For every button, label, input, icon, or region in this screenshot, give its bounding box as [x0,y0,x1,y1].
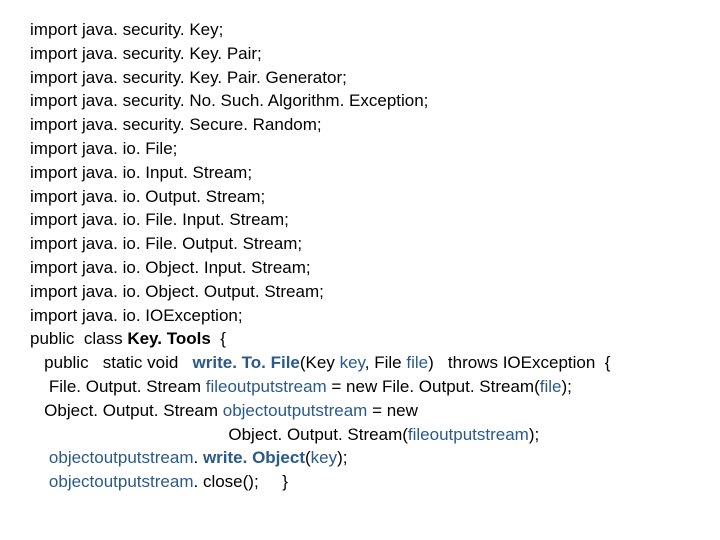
code-line: import java. io. File; [30,139,177,158]
stmt-end: = new [367,401,418,420]
code-line: import java. io. Object. Output. Stream; [30,282,324,301]
param-open: (Key [300,353,340,372]
code-line: import java. security. Secure. Random; [30,115,322,134]
code-line: import java. security. No. Such. Algorit… [30,91,428,110]
class-decl-prefix: public class [30,329,127,348]
stmt-indent [30,448,49,467]
method-decl-end: ) throws IOException { [428,353,610,372]
var-oos: objectoutputstream [49,472,194,491]
dot: . [194,448,203,467]
class-name: Key. Tools [127,329,210,348]
stmt-close: . close(); } [194,472,288,491]
code-line: import java. io. Object. Input. Stream; [30,258,311,277]
stmt-prefix: Object. Output. Stream [30,401,223,420]
arg-file: file [540,377,562,396]
stmt-cont: Object. Output. Stream( [30,425,408,444]
code-line: import java. io. File. Input. Stream; [30,210,289,229]
param-file: file [406,353,428,372]
code-line: import java. io. Input. Stream; [30,163,252,182]
code-line: import java. io. IOException; [30,306,243,325]
code-line: import java. io. Output. Stream; [30,187,265,206]
stmt-indent [30,472,49,491]
var-oos: objectoutputstream [223,401,368,420]
code-line: import java. io. File. Output. Stream; [30,234,302,253]
code-block: import java. security. Key; import java.… [0,0,720,494]
param-key: key [340,353,365,372]
arg-fos: fileoutputstream [408,425,529,444]
stmt-end: ); [529,425,539,444]
method-writeobject: write. Object [203,448,305,467]
code-line: import java. security. Key. Pair. Genera… [30,68,347,87]
stmt-end: ); [337,448,347,467]
arg-key: key [311,448,337,467]
method-name: write. To. File [193,353,300,372]
method-decl-prefix: public static void [30,353,193,372]
param-sep: , File [365,353,407,372]
var-oos: objectoutputstream [49,448,194,467]
stmt-mid: = new File. Output. Stream( [327,377,540,396]
code-line: import java. security. Key. Pair; [30,44,262,63]
stmt-end: ); [561,377,571,396]
var-fos: fileoutputstream [206,377,327,396]
class-decl-brace: { [211,329,226,348]
code-line: import java. security. Key; [30,20,223,39]
stmt-prefix: File. Output. Stream [30,377,206,396]
